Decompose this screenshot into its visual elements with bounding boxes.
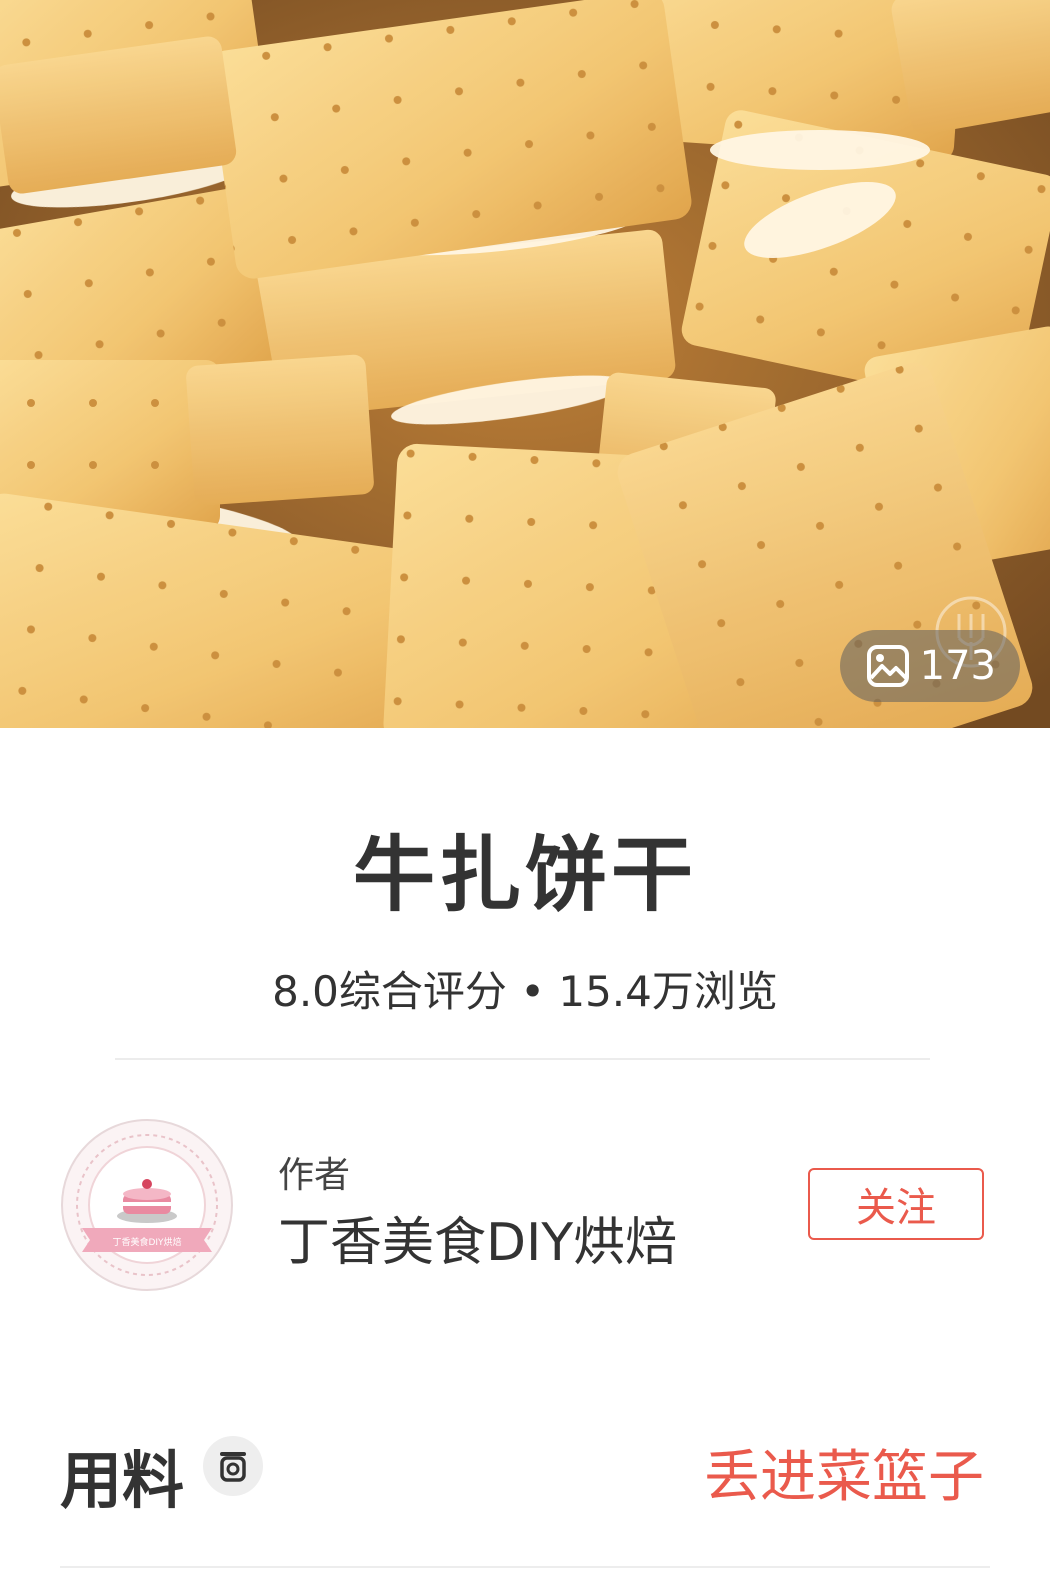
follow-button[interactable]: 关注 [808, 1168, 984, 1240]
cracker-sandwich-photo [0, 0, 1050, 728]
author-caption: 作者 [278, 1155, 351, 1196]
recipe-cover-photo[interactable]: 173 [0, 0, 1050, 728]
recipe-title: 牛扎饼干 [352, 828, 697, 923]
author-avatar[interactable]: 丁香美食DIY烘焙 [60, 1118, 234, 1292]
ingredients-divider [60, 1566, 990, 1568]
add-to-basket-link[interactable]: 丢进菜篮子 [704, 1432, 984, 1513]
section-divider [115, 1058, 930, 1060]
author-name[interactable]: 丁香美食DIY烘焙 [278, 1200, 677, 1275]
scale-icon[interactable] [203, 1436, 263, 1496]
recipe-stats: 8.0综合评分 • 15.4万浏览 [272, 967, 778, 1016]
gallery-icon [866, 645, 909, 687]
recipe-page: 173 牛扎饼干 8.0综合评分 • 15.4万浏览 丁香美食DIY烘焙 作者 … [0, 0, 1050, 1575]
kitchen-scale-glyph [220, 1452, 246, 1482]
ingredients-title: 用料 [60, 1444, 185, 1517]
photo-count-badge[interactable]: 173 [839, 630, 1020, 702]
photo-count-value: 173 [919, 643, 996, 689]
avatar-ribbon-text: 丁香美食DIY烘焙 [112, 1236, 181, 1248]
